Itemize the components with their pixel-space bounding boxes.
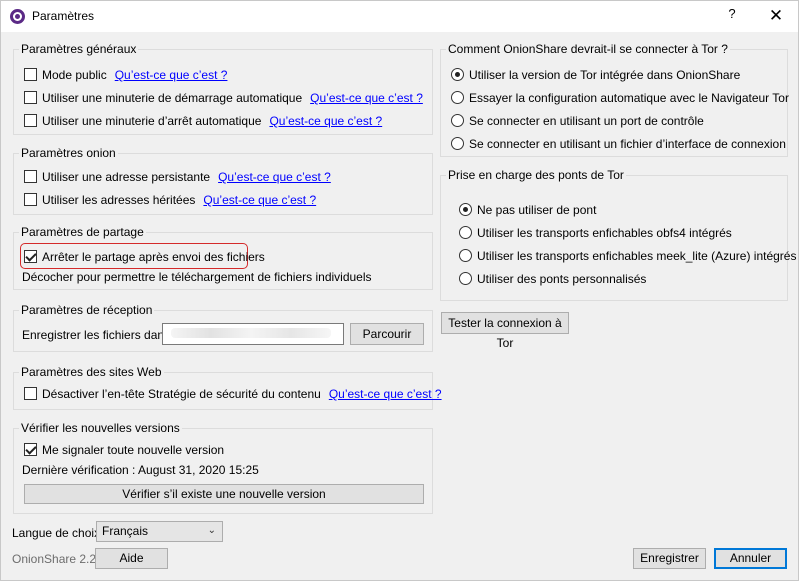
updates-group: Vérifier les nouvelles versions Me signa… [13, 421, 433, 514]
window-title: Paramètres [32, 9, 95, 23]
disable-csp-label: Désactiver l’en-tête Stratégie de sécuri… [42, 387, 321, 401]
legacy-address-help-link[interactable]: Qu’est-ce que c’est ? [203, 193, 316, 207]
title-bar: Paramètres ? ✕ [1, 1, 798, 32]
autostop-timer-row: Utiliser une minuterie d’arrêt automatiq… [24, 113, 382, 129]
disable-csp-checkbox[interactable] [24, 387, 37, 400]
version-text: OnionShare 2.2 [12, 552, 97, 566]
close-icon[interactable]: ✕ [763, 4, 789, 28]
persistent-address-label: Utiliser une adresse persistante [42, 170, 211, 184]
stop-after-sharing-label: Arrêter le partage après envoi des fichi… [42, 250, 265, 264]
bridge-option-meek: Utiliser les transports enfichables meek… [459, 248, 796, 264]
updates-title: Vérifier les nouvelles versions [19, 421, 182, 435]
tor-bundled-label: Utiliser la version de Tor intégrée dans… [469, 68, 741, 82]
autostart-timer-checkbox[interactable] [24, 91, 37, 104]
public-mode-help-link[interactable]: Qu’est-ce que c’est ? [115, 68, 228, 82]
autostart-timer-row: Utiliser une minuterie de démarrage auto… [24, 90, 423, 106]
receiving-settings-title: Paramètres de réception [19, 303, 155, 317]
language-label: Langue de choix [12, 526, 101, 540]
persistent-address-help-link[interactable]: Qu’est-ce que c’est ? [218, 170, 331, 184]
tor-socket-radio[interactable] [451, 137, 464, 150]
notify-updates-checkbox[interactable] [24, 443, 37, 456]
sharing-settings-group: Paramètres de partage Arrêter le partage… [13, 225, 433, 290]
bridge-custom-radio[interactable] [459, 272, 472, 285]
tor-browser-radio[interactable] [451, 91, 464, 104]
tor-bridges-title: Prise en charge des ponts de Tor [446, 168, 626, 182]
autostop-timer-help-link[interactable]: Qu’est-ce que c’est ? [269, 114, 382, 128]
autostop-timer-checkbox[interactable] [24, 114, 37, 127]
tor-bridges-group: Prise en charge des ponts de Tor Ne pas … [440, 168, 796, 301]
autostop-timer-label: Utiliser une minuterie d’arrêt automatiq… [42, 114, 262, 128]
help-button[interactable]: Aide [95, 548, 168, 569]
website-settings-title: Paramètres des sites Web [19, 365, 164, 379]
tor-bundled-radio[interactable] [451, 68, 464, 81]
tor-control-port-radio[interactable] [451, 114, 464, 127]
sharing-settings-title: Paramètres de partage [19, 225, 146, 239]
general-settings-group: Paramètres généraux Mode public Qu’est-ce… [13, 42, 433, 135]
tor-option-bundled: Utiliser la version de Tor intégrée dans… [451, 67, 740, 83]
bridge-option-custom: Utiliser des ponts personnalisés [459, 271, 646, 287]
test-tor-connection-button[interactable]: Tester la connexion à Tor [441, 312, 569, 350]
legacy-address-label: Utiliser les adresses héritées [42, 193, 196, 207]
public-mode-label: Mode public [42, 68, 107, 82]
help-icon[interactable]: ? [722, 6, 742, 26]
last-check-text: Dernière vérification : August 31, 2020 … [22, 463, 259, 477]
persistent-address-row: Utiliser une adresse persistante Qu’est-c… [24, 169, 331, 185]
public-mode-row: Mode public Qu’est-ce que c’est ? [24, 67, 227, 83]
bridge-meek-radio[interactable] [459, 249, 472, 262]
bridge-none-label: Ne pas utiliser de pont [477, 203, 597, 217]
bridge-custom-label: Utiliser des ponts personnalisés [477, 272, 647, 286]
save-folder-label: Enregistrer les fichiers dans [22, 328, 171, 342]
csp-row: Désactiver l’en-tête Stratégie de sécuri… [24, 386, 442, 402]
save-button[interactable]: Enregistrer [633, 548, 706, 569]
chevron-down-icon: ⌄ [207, 525, 216, 536]
cancel-button[interactable]: Annuler [714, 548, 787, 569]
public-mode-checkbox[interactable] [24, 68, 37, 81]
legacy-address-row: Utiliser les adresses héritées Qu’est-ce … [24, 192, 316, 208]
language-select[interactable]: Français ⌄ [96, 521, 223, 542]
bridge-obfs4-radio[interactable] [459, 226, 472, 239]
tor-option-socket: Se connecter en utilisant un fichier d’i… [451, 136, 786, 152]
tor-connection-group: Comment OnionShare devrait-il se connect… [440, 42, 789, 157]
tor-browser-label: Essayer la configuration automatique ave… [469, 91, 789, 105]
bridge-none-radio[interactable] [459, 203, 472, 216]
csp-help-link[interactable]: Qu’est-ce que c’est ? [329, 387, 442, 401]
bridge-obfs4-label: Utiliser les transports enfichables obfs… [477, 226, 732, 240]
stop-after-sharing-checkbox[interactable] [24, 250, 37, 263]
bridge-option-obfs4: Utiliser les transports enfichables obfs… [459, 225, 732, 241]
bridge-option-none: Ne pas utiliser de pont [459, 202, 596, 218]
autostart-timer-label: Utiliser une minuterie de démarrage auto… [42, 91, 303, 105]
tor-connection-title: Comment OnionShare devrait-il se connect… [446, 42, 730, 56]
website-settings-group: Paramètres des sites Web Désactiver l’en… [13, 365, 442, 410]
language-value: Français [102, 524, 149, 538]
onion-settings-group: Paramètres onion Utiliser une adresse pe… [13, 146, 433, 215]
onionshare-logo-icon [10, 9, 25, 24]
legacy-address-checkbox[interactable] [24, 193, 37, 206]
tor-socket-label: Se connecter en utilisant un fichier d’i… [469, 137, 786, 151]
blurred-path [171, 328, 331, 338]
save-folder-input[interactable] [162, 323, 344, 345]
onion-settings-title: Paramètres onion [19, 146, 118, 160]
sharing-hint: Décocher pour permettre le téléchargemen… [22, 270, 372, 284]
notify-updates-label: Me signaler toute nouvelle version [42, 443, 225, 457]
tor-option-control-port: Se connecter en utilisant un port de con… [451, 113, 704, 129]
general-settings-title: Paramètres généraux [19, 42, 139, 56]
persistent-address-checkbox[interactable] [24, 170, 37, 183]
tor-option-browser: Essayer la configuration automatique ave… [451, 90, 789, 106]
tor-control-port-label: Se connecter en utilisant un port de con… [469, 114, 704, 128]
autostart-timer-help-link[interactable]: Qu’est-ce que c’est ? [310, 91, 423, 105]
receiving-settings-group: Paramètres de réception Enregistrer les … [13, 303, 433, 352]
notify-updates-row: Me signaler toute nouvelle version [24, 442, 224, 458]
check-updates-button[interactable]: Vérifier s’il existe une nouvelle versio… [24, 484, 424, 504]
bridge-meek-label: Utiliser les transports enfichables meek… [477, 249, 797, 263]
stop-after-sharing-row: Arrêter le partage après envoi des fichi… [24, 249, 265, 265]
settings-window: Paramètres ? ✕ Paramètres généraux Mode … [0, 0, 799, 581]
browse-button[interactable]: Parcourir [350, 323, 424, 345]
